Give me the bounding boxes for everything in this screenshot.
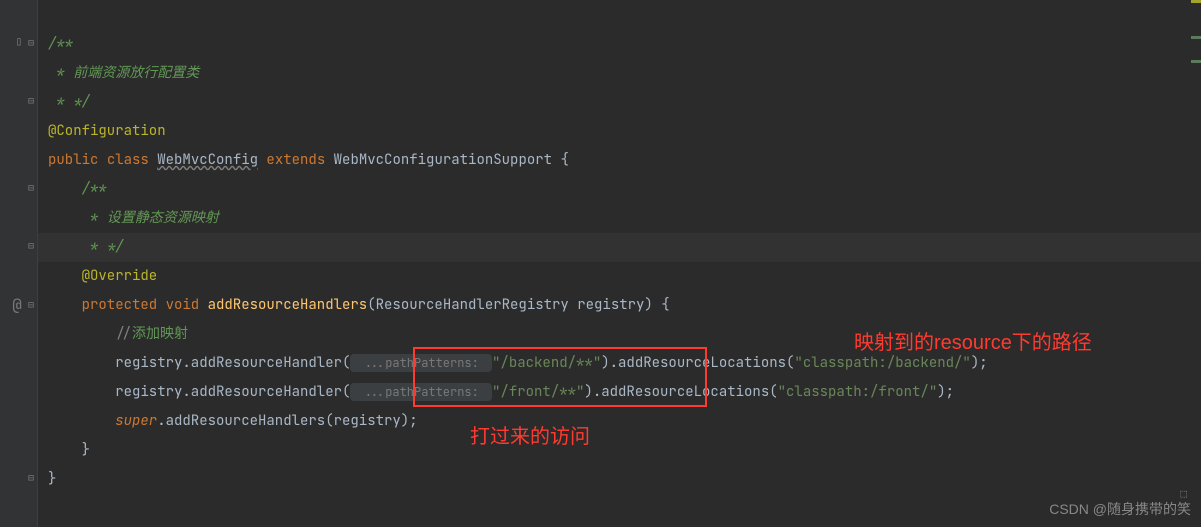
keyword-public: public	[48, 151, 107, 169]
code-text: ).addResourceLocations(	[601, 354, 794, 372]
doc-comment: * 前端资源放行配置类	[48, 64, 199, 82]
string-literal: "classpath:/backend/"	[794, 354, 970, 372]
param-hint-pathpatterns: ...pathPatterns:	[350, 354, 492, 372]
code-text: );	[971, 354, 988, 372]
doc-comment: /**	[82, 180, 107, 198]
code-text: registry.addResourceHandler(	[115, 383, 350, 401]
string-literal: "classpath:/front/"	[778, 383, 938, 401]
doc-comment: * 设置静态资源映射	[82, 209, 219, 227]
code-text: ).addResourceLocations(	[584, 383, 777, 401]
keyword-class: class	[107, 151, 157, 169]
doc-comment: * */	[82, 238, 124, 256]
param-hint-pathpatterns: ...pathPatterns:	[350, 383, 492, 401]
brace-close: }	[82, 441, 90, 459]
annotation-override: @Override	[82, 267, 158, 285]
method-params: (ResourceHandlerRegistry registry) {	[367, 296, 669, 314]
brace-close: }	[48, 470, 56, 488]
fold-close-icon[interactable]: ⊟	[28, 239, 34, 252]
fold-toggle-icon[interactable]: ⊟	[28, 181, 34, 194]
code-text: .addResourceHandlers(registry);	[157, 412, 417, 430]
code-text: registry.addResourceHandler(	[115, 354, 350, 372]
fold-toggle-icon[interactable]: ⊟	[28, 36, 34, 49]
keyword-void: void	[166, 296, 208, 314]
corner-icon: ⬚	[1180, 487, 1187, 501]
editor-gutter: ▯ ⊟ ⊟ ⊟ ⊟ @ ⊟ ⊟	[0, 0, 38, 527]
keyword-protected: protected	[82, 296, 166, 314]
annotation-label-incoming-access: 打过来的访问	[470, 420, 590, 449]
annotation-configuration: @Configuration	[48, 122, 166, 140]
scroll-marker-warning	[1191, 0, 1201, 3]
keyword-extends: extends	[258, 151, 334, 169]
doc-comment: /**	[48, 35, 73, 53]
scroll-marker	[1191, 36, 1201, 39]
class-name: WebMvcConfig	[157, 151, 258, 169]
doc-comment: * */	[48, 93, 90, 111]
code-text: );	[937, 383, 954, 401]
keyword-super: super	[115, 412, 157, 430]
method-name: addResourceHandlers	[208, 296, 368, 314]
comment-slash: //	[115, 325, 132, 343]
string-literal: "/front/**"	[492, 383, 584, 401]
code-editor[interactable]: /** * 前端资源放行配置类 * */ @Configuration publ…	[38, 0, 1201, 494]
watermark-text: CSDN @随身携带的笑	[1049, 499, 1191, 519]
fold-close-icon[interactable]: ⊟	[28, 471, 34, 484]
override-gutter-icon[interactable]: @	[4, 294, 30, 315]
comment-text: 添加映射	[132, 325, 188, 343]
string-literal: "/backend/**"	[492, 354, 601, 372]
fold-close-icon[interactable]: ⊟	[28, 94, 34, 107]
scrollbar-vertical[interactable]	[1191, 0, 1201, 507]
superclass-name: WebMvcConfigurationSupport {	[334, 151, 569, 169]
annotation-label-resource-path: 映射到的resource下的路径	[854, 326, 1092, 355]
fold-toggle-icon[interactable]: ⊟	[28, 298, 34, 311]
scroll-marker	[1191, 60, 1201, 63]
